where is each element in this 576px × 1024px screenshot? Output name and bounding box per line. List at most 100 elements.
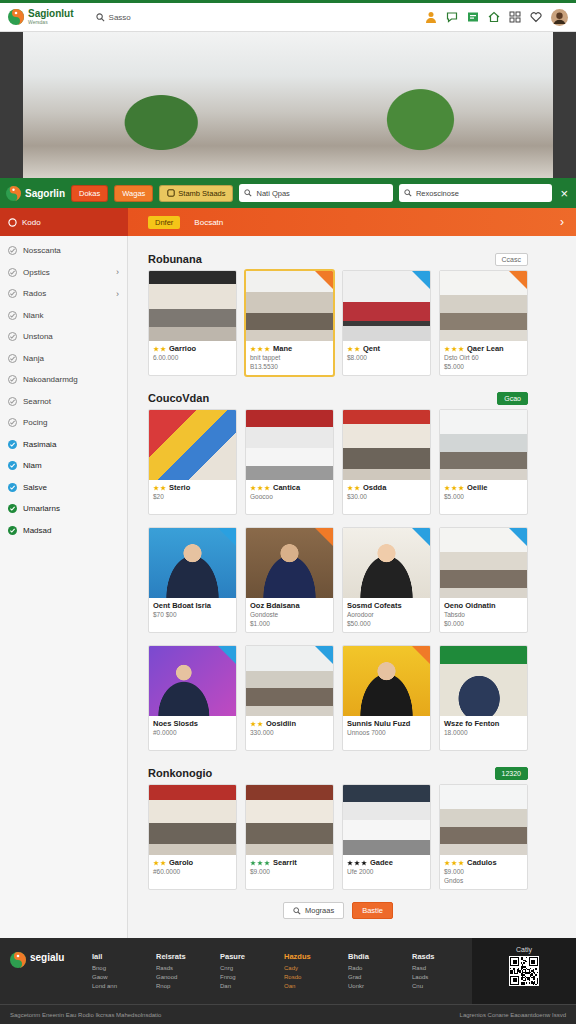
footer-link[interactable]: Cnu (412, 982, 472, 991)
product-card[interactable]: Ooz BdaisanaGondoste$1.000 (245, 527, 334, 633)
sidebar-item[interactable]: Searnot (0, 391, 127, 413)
card-image[interactable] (246, 785, 333, 855)
check-circle[interactable] (8, 375, 17, 384)
page-button[interactable]: Bastie (352, 902, 393, 919)
product-card[interactable]: Oeilie$5.000 (439, 409, 528, 515)
footer-link[interactable]: Ganood (156, 973, 216, 982)
qr-code[interactable] (509, 956, 539, 986)
footer-link[interactable]: Cady (284, 964, 344, 973)
footer-link[interactable]: Rado (348, 964, 408, 973)
nav-button[interactable]: Dokas (71, 185, 108, 202)
section-button[interactable]: Gcao (497, 392, 528, 405)
sidebar-item[interactable]: Salsve (0, 477, 127, 499)
page-button[interactable]: Mograas (283, 902, 344, 919)
check-circle[interactable] (8, 526, 17, 535)
card-image[interactable] (343, 271, 430, 341)
nav-search[interactable]: Rexoscinose (399, 184, 552, 202)
close-button[interactable]: × (558, 186, 570, 201)
check-circle[interactable] (8, 483, 17, 492)
card-image[interactable] (246, 271, 333, 341)
card-image[interactable] (343, 410, 430, 480)
card-image[interactable] (440, 271, 527, 341)
filter-badge[interactable]: Dnfer (148, 216, 180, 229)
card-image[interactable] (440, 528, 527, 598)
section-button[interactable]: Ccasc (495, 253, 528, 266)
section-button[interactable]: 12320 (495, 767, 528, 780)
check-circle[interactable] (8, 354, 17, 363)
product-card[interactable]: Sterio$20 (148, 409, 237, 515)
card-image[interactable] (246, 410, 333, 480)
card-image[interactable] (343, 785, 430, 855)
sidebar-item[interactable]: Pocing (0, 412, 127, 434)
legal-links[interactable]: Lagrenios Conane Eaoaantdoenw Issvd (460, 1012, 566, 1018)
product-card[interactable]: Oent Bdoat Isria$70 $00 (148, 527, 237, 633)
heart-icon[interactable] (530, 11, 542, 23)
check-circle[interactable] (8, 268, 17, 277)
product-card[interactable]: Osdda$30.00 (342, 409, 431, 515)
product-card[interactable]: Sosmd CofeatsAorodoor$50.000 (342, 527, 431, 633)
nav-search[interactable]: Nati Qpas (239, 184, 392, 202)
check-circle[interactable] (8, 440, 17, 449)
check-circle[interactable] (8, 461, 17, 470)
footer-link[interactable]: Lond ann (92, 982, 152, 991)
person-icon[interactable] (425, 11, 437, 23)
sidebar-item[interactable]: Unstona (0, 326, 127, 348)
footer-link[interactable]: Laods (412, 973, 472, 982)
product-card[interactable]: Sunnis Nulu FuzdUnnoos 7000 (342, 645, 431, 751)
expand-arrow[interactable]: › (116, 267, 119, 277)
card-image[interactable] (149, 528, 236, 598)
sidebar-item[interactable]: Nanja (0, 348, 127, 370)
avatar-icon[interactable] (551, 9, 568, 26)
check-circle[interactable] (8, 504, 17, 513)
check-circle[interactable] (8, 418, 17, 427)
product-card[interactable]: CanticaGoocoo (245, 409, 334, 515)
card-image[interactable] (343, 528, 430, 598)
card-image[interactable] (246, 646, 333, 716)
card-image[interactable] (246, 528, 333, 598)
sidebar-item[interactable]: Nlank (0, 305, 127, 327)
product-card[interactable]: Noes Slosds#0.0000 (148, 645, 237, 751)
product-card[interactable]: Cadulos$9.000Gndos (439, 784, 528, 890)
check-circle[interactable] (8, 397, 17, 406)
sidebar-item[interactable]: Rados› (0, 283, 127, 305)
card-image[interactable] (149, 410, 236, 480)
check-circle[interactable] (8, 246, 17, 255)
product-card[interactable]: Qaer LeanDsto Oirt 60$5.000 (439, 270, 528, 376)
footer-link[interactable]: Gaow (92, 973, 152, 982)
search-text[interactable]: Sasso (109, 13, 131, 22)
check-circle[interactable] (8, 311, 17, 320)
footer-link[interactable]: Bnog (92, 964, 152, 973)
footer-link[interactable]: Grad (348, 973, 408, 982)
expand-arrow[interactable]: › (116, 289, 119, 299)
card-image[interactable] (440, 410, 527, 480)
sidebar-item[interactable]: Nakoandarmdg (0, 369, 127, 391)
product-card[interactable]: Qent$8.000 (342, 270, 431, 376)
check-circle[interactable] (8, 332, 17, 341)
sidebar-item[interactable]: Rasimaia (0, 434, 127, 456)
product-card[interactable]: Oosidiin330.000 (245, 645, 334, 751)
card-image[interactable] (440, 646, 527, 716)
box-icon[interactable] (467, 11, 479, 23)
logo[interactable]: SagionlutWersdas (8, 9, 74, 25)
check-circle[interactable] (8, 289, 17, 298)
footer-link[interactable]: Rasds (156, 964, 216, 973)
footer-link[interactable]: Dan (220, 982, 280, 991)
card-image[interactable] (149, 785, 236, 855)
footer-link[interactable]: Uonkr (348, 982, 408, 991)
chat-icon[interactable] (446, 11, 458, 23)
product-card[interactable]: GadeeUfe 2000 (342, 784, 431, 890)
filter-label[interactable]: Bocsatn (194, 218, 223, 227)
nav-logo[interactable]: Sagorlin (6, 186, 65, 201)
next-button[interactable]: › (560, 215, 564, 229)
grid-icon[interactable] (509, 11, 521, 23)
home-icon[interactable] (488, 11, 500, 23)
product-card[interactable]: Garolo#60.0000 (148, 784, 237, 890)
nav-button[interactable]: Stamb Staads (159, 185, 233, 202)
footer-link[interactable]: Rnop (156, 982, 216, 991)
product-card[interactable]: Wsze fo Fenton18.0000 (439, 645, 528, 751)
product-card[interactable]: Oeno OidnatinTabsdo$0.000 (439, 527, 528, 633)
sidebar-item[interactable]: Nosscanta (0, 240, 127, 262)
product-card[interactable]: Searrit$9.000 (245, 784, 334, 890)
card-image[interactable] (149, 271, 236, 341)
sidebar-item[interactable]: Umarlarns (0, 498, 127, 520)
